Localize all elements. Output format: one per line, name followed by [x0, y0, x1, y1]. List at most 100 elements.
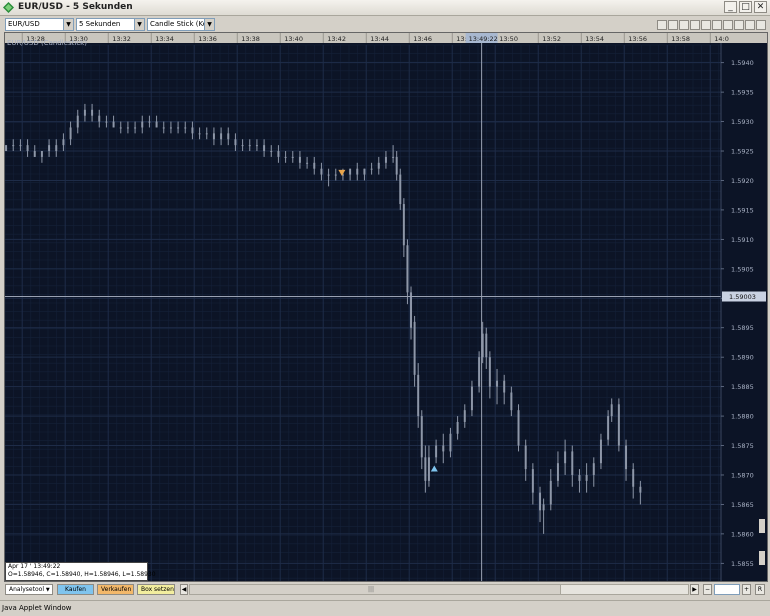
candle-body	[442, 445, 445, 452]
scroll-left-button[interactable]: ◀	[180, 584, 188, 595]
candle-body	[349, 168, 352, 175]
price-tick-label: 1.5880	[731, 413, 754, 421]
candle-body	[406, 245, 409, 293]
time-tick-label: 13:50	[499, 35, 518, 43]
analysis-tool-select[interactable]: Analysetool ▼	[5, 584, 53, 595]
price-tick-label: 1.5925	[731, 148, 754, 156]
time-axis: 13:28 13:30 13:32 13:34 13:36 13:38 13:40 13:42…	[5, 33, 767, 43]
chevron-down-icon[interactable]: ▼	[63, 19, 73, 30]
candle-body	[556, 463, 559, 481]
arrow-left-icon: ◀	[181, 586, 187, 593]
minimize-button[interactable]: _	[724, 1, 737, 13]
maximize-button[interactable]: □	[739, 1, 752, 13]
candle-body	[40, 151, 43, 157]
print-icon[interactable]	[756, 20, 766, 30]
candle-body	[542, 504, 545, 511]
candle-body	[510, 392, 513, 411]
status-bar: Java Applet Window	[0, 600, 770, 616]
candle-body	[503, 380, 506, 393]
scroll-right-button[interactable]: ▶	[690, 584, 699, 595]
panel-icon[interactable]	[712, 20, 722, 30]
layout-icon[interactable]	[690, 20, 700, 30]
time-tick-label: 13:56	[628, 35, 647, 43]
candle-body	[148, 121, 151, 123]
candle-body	[313, 162, 316, 169]
scrollbar-thumb[interactable]: |||	[190, 585, 561, 594]
time-tick-label: 13:42	[327, 35, 346, 43]
candle-body	[248, 145, 251, 147]
price-tick-label: 1.5890	[731, 354, 754, 362]
candle-body	[463, 410, 466, 422]
chart-grid	[5, 44, 721, 581]
time-tick-label: 13:46	[413, 35, 432, 43]
grid-icon[interactable]	[668, 20, 678, 30]
candle-body	[592, 463, 595, 475]
candle-body	[184, 127, 187, 129]
candle-body	[564, 451, 567, 464]
price-tick-label: 1.5865	[731, 501, 754, 509]
candle-body	[284, 156, 287, 158]
price-tick-label: 1.5885	[731, 383, 754, 391]
candle-body	[19, 145, 22, 147]
chevron-down-icon[interactable]: ▼	[204, 19, 214, 30]
period-select[interactable]: 5 Sekunden ▼	[76, 18, 145, 31]
candle-body	[105, 121, 108, 123]
candle-body	[177, 127, 180, 129]
zoom-out-button[interactable]: −	[703, 584, 712, 595]
time-tick-label: 13:52	[542, 35, 561, 43]
chart-scroll-handle	[759, 519, 765, 533]
candle-body	[435, 445, 438, 458]
price-tick-label: 1.5930	[731, 118, 754, 126]
candle-body	[306, 162, 309, 164]
instrument-select[interactable]: EUR/USD ▼	[5, 18, 74, 31]
candle-body	[456, 421, 459, 434]
draw-line-icon[interactable]	[657, 20, 667, 30]
list-icon[interactable]	[701, 20, 711, 30]
candle-body	[496, 380, 499, 387]
chart-canvas[interactable]: 13:28 13:30 13:32 13:34 13:36 13:38 13:40 13:42…	[5, 33, 767, 581]
chart-toolbar: EUR/USD ▼ 5 Sekunden ▼ Candle Stick (Ker…	[0, 16, 770, 32]
candle-body	[69, 127, 72, 140]
candle-body	[399, 174, 402, 205]
indicator-icon[interactable]	[679, 20, 689, 30]
chart-type-select[interactable]: Candle Stick (Kerze ▼	[147, 18, 215, 31]
candlestick-chart[interactable]: 13:28 13:30 13:32 13:34 13:36 13:38 13:40 13:42…	[4, 32, 768, 582]
settings-icon[interactable]	[745, 20, 755, 30]
candle-body	[26, 145, 29, 152]
candle-body	[198, 133, 201, 135]
time-tick-label: 13:34	[155, 35, 174, 43]
candle-body	[531, 469, 534, 493]
sell-button[interactable]: Verkaufen	[97, 584, 134, 595]
price-tick-label: 1.5940	[731, 59, 754, 67]
candle-body	[370, 168, 373, 170]
zoom-icon[interactable]	[723, 20, 733, 30]
box-set-button[interactable]: Box setzen	[137, 584, 175, 595]
refresh-icon[interactable]	[734, 20, 744, 30]
chart-scroll-handle	[759, 551, 765, 565]
info-ohlc: O=1.58946, C=1.58940, H=1.58946, L=1.589…	[8, 571, 156, 578]
info-timestamp: Apr 17 ' 13:49:22	[8, 563, 61, 570]
candle-body	[112, 121, 115, 128]
horizontal-scrollbar[interactable]: |||	[189, 584, 689, 595]
status-text: Java Applet Window	[2, 604, 72, 612]
chevron-down-icon[interactable]: ▼	[134, 19, 144, 30]
candle-body	[263, 145, 266, 152]
candle-body	[48, 145, 51, 152]
zoom-field[interactable]	[714, 584, 740, 595]
reset-button[interactable]: R	[755, 584, 765, 595]
candle-body	[363, 168, 366, 175]
chevron-down-icon[interactable]: ▼	[46, 587, 50, 593]
analysis-tool-label: Analysetool	[9, 586, 44, 593]
candle-body	[55, 145, 58, 152]
bottom-toolbar: Analysetool ▼ Kaufen Verkaufen Box setze…	[0, 583, 770, 597]
time-tick-label: 13:44	[370, 35, 389, 43]
candle-body	[234, 139, 237, 146]
close-button[interactable]: ✕	[754, 1, 767, 13]
time-tick-label: 14:0	[714, 35, 729, 43]
zoom-in-button[interactable]: +	[742, 584, 751, 595]
price-tick-label: 1.5915	[731, 206, 754, 214]
candle-body	[517, 410, 520, 446]
time-tick-label: 13:36	[198, 35, 217, 43]
buy-button[interactable]: Kaufen	[57, 584, 94, 595]
candle-body	[227, 133, 230, 140]
